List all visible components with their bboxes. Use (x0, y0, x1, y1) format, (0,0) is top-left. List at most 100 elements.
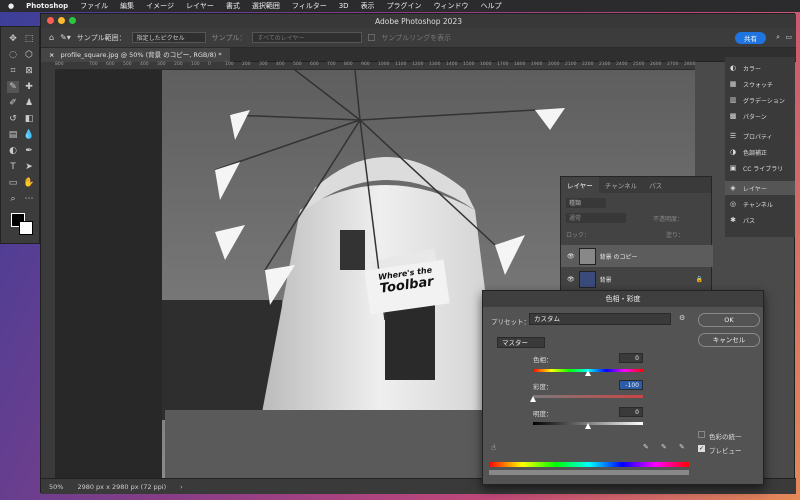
saturation-slider-knob[interactable] (530, 396, 536, 402)
tab-channels[interactable]: チャンネル (599, 177, 643, 193)
panel-paths[interactable]: ✱ パス (725, 213, 795, 227)
lightness-slider-knob[interactable] (585, 423, 591, 429)
panel-patterns[interactable]: ▩ パターン (725, 109, 795, 123)
panel-libraries[interactable]: ▣ CC ライブラリ (725, 161, 795, 175)
dodge-tool-icon[interactable]: ◐ (7, 145, 19, 157)
crop-tool-icon[interactable]: ⌗ (7, 65, 19, 77)
gradient-tool-icon[interactable]: ▤ (7, 129, 19, 141)
type-tool-icon[interactable]: T (7, 161, 19, 173)
hand-adjust-icon[interactable]: ☝ (491, 443, 496, 452)
blend-mode-select[interactable]: 通常 (566, 213, 626, 223)
sample-size-select[interactable]: 指定したピクセル (131, 32, 206, 43)
cancel-button[interactable]: キャンセル (698, 333, 760, 347)
zoom-tool-icon[interactable]: ⌕ (7, 193, 19, 205)
lasso-tool-icon[interactable]: ◌ (7, 49, 19, 61)
hue-input[interactable]: 0 (619, 353, 643, 363)
healing-brush-icon[interactable]: ✚ (23, 81, 35, 93)
layer-filter-select[interactable]: 種類 (566, 198, 606, 208)
document-tab[interactable]: × profile_square.jpg @ 50% (背景 のコピー, RGB/… (41, 48, 230, 62)
ruler-tick: 300 (157, 62, 166, 67)
history-brush-icon[interactable]: ↺ (7, 113, 19, 125)
eyedropper-subtract-icon[interactable]: ✎ (679, 443, 685, 451)
menu-window[interactable]: ウィンドウ (434, 1, 469, 11)
minimize-window-button[interactable] (58, 17, 65, 24)
layer-row[interactable]: 👁 背景 🔒 (561, 268, 713, 290)
path-select-icon[interactable]: ➤ (23, 161, 35, 173)
panel-swatches[interactable]: ▦ スウォッチ (725, 77, 795, 91)
visibility-eye-icon[interactable]: 👁 (567, 253, 575, 260)
status-arrow-icon[interactable]: › (180, 483, 183, 491)
channel-select[interactable]: マスター (497, 337, 545, 348)
document-size: 2980 px x 2980 px (72 ppi) (77, 482, 167, 491)
layer-name[interactable]: 背景 のコピー (600, 252, 638, 261)
saturation-label: 彩度： (533, 383, 553, 391)
preview-checkbox[interactable]: ✓ (698, 445, 705, 452)
saturation-slider[interactable] (533, 395, 643, 398)
eyedropper-icon[interactable]: ✎ (643, 443, 649, 451)
menu-file[interactable]: ファイル (80, 1, 108, 11)
layer-row[interactable]: 👁 背景 のコピー (561, 245, 713, 267)
eraser-tool-icon[interactable]: ◧ (23, 113, 35, 125)
panel-patterns-label: パターン (743, 113, 767, 121)
layers-panel: レイヤー チャンネル パス 種類 通常 不透明度： ロック： 塗り： 👁 背景 … (560, 176, 713, 294)
sample-layers-select[interactable]: すべてのレイヤー (252, 32, 363, 43)
menu-layer[interactable]: レイヤー (186, 1, 214, 11)
zoom-level[interactable]: 50% (49, 483, 63, 491)
menu-image[interactable]: イメージ (146, 1, 174, 11)
menu-view[interactable]: 表示 (361, 1, 375, 11)
share-button[interactable]: 共有 (735, 32, 766, 44)
tab-paths[interactable]: パス (643, 177, 668, 193)
brush-tool-icon[interactable]: ✐ (7, 97, 19, 109)
visibility-eye-icon[interactable]: 👁 (567, 276, 575, 283)
home-icon[interactable]: ⌂ (49, 33, 54, 42)
panel-layers[interactable]: ◈ レイヤー (725, 181, 795, 195)
fill-label: 塗り： (666, 232, 685, 239)
preset-select[interactable]: カスタム (529, 313, 671, 325)
menu-select[interactable]: 選択範囲 (252, 1, 280, 11)
background-color-swatch[interactable] (19, 221, 33, 235)
menu-type[interactable]: 書式 (226, 1, 240, 11)
more-tools-icon[interactable]: ⋯ (23, 193, 35, 205)
ok-button[interactable]: OK (698, 313, 760, 327)
panel-adjustments[interactable]: ◑ 色調補正 (725, 145, 795, 159)
workspace-icon[interactable]: ▭ (785, 33, 792, 41)
saturation-input[interactable]: -100 (619, 380, 643, 390)
preview-label: プレビュー (709, 447, 742, 455)
pen-tool-icon[interactable]: ✒ (23, 145, 35, 157)
panel-libraries-label: CC ライブラリ (743, 165, 784, 173)
artboard-icon[interactable]: ⬚ (23, 33, 35, 45)
menu-3d[interactable]: 3D (339, 2, 349, 10)
panel-gradients[interactable]: ▥ グラデーション (725, 93, 795, 107)
close-window-button[interactable] (47, 17, 54, 24)
quick-select-icon[interactable]: ⬡ (23, 49, 35, 61)
panel-channels[interactable]: ◎ チャンネル (725, 197, 795, 211)
hand-tool-icon[interactable]: ✋ (23, 177, 35, 189)
menu-plugins[interactable]: プラグイン (387, 1, 422, 11)
panel-properties[interactable]: ☰ プロパティ (725, 129, 795, 143)
stamp-tool-icon[interactable]: ♟ (23, 97, 35, 109)
shape-tool-icon[interactable]: ▭ (7, 177, 19, 189)
eyedropper-add-icon[interactable]: ✎ (661, 443, 667, 451)
menu-help[interactable]: ヘルプ (481, 1, 502, 11)
eyedropper-preset-icon[interactable]: ✎▾ (60, 33, 71, 42)
menu-edit[interactable]: 編集 (120, 1, 134, 11)
close-tab-icon[interactable]: × (49, 51, 54, 59)
eyedropper-tool-icon[interactable]: ✎ (7, 81, 19, 93)
hue-slider-knob[interactable] (585, 370, 591, 376)
sampling-ring-checkbox[interactable] (368, 34, 376, 41)
preset-gear-icon[interactable]: ⚙ (679, 314, 685, 322)
zoom-window-button[interactable] (69, 17, 76, 24)
layer-name[interactable]: 背景 (600, 275, 612, 284)
lightness-input[interactable]: 0 (619, 407, 643, 417)
tab-layers[interactable]: レイヤー (561, 177, 599, 193)
menu-app[interactable]: Photoshop (26, 2, 68, 10)
blend-mode-label: 通常 (569, 215, 582, 222)
blur-tool-icon[interactable]: 💧 (23, 129, 35, 141)
colorize-checkbox[interactable] (698, 431, 705, 438)
apple-icon[interactable]: ● (8, 2, 14, 10)
move-tool-icon[interactable]: ✥ (7, 33, 19, 45)
search-icon[interactable]: ⌕ (776, 33, 780, 42)
menu-filter[interactable]: フィルター (292, 1, 327, 11)
panel-color[interactable]: ◐ カラー (725, 61, 795, 75)
frame-tool-icon[interactable]: ⊠ (23, 65, 35, 77)
